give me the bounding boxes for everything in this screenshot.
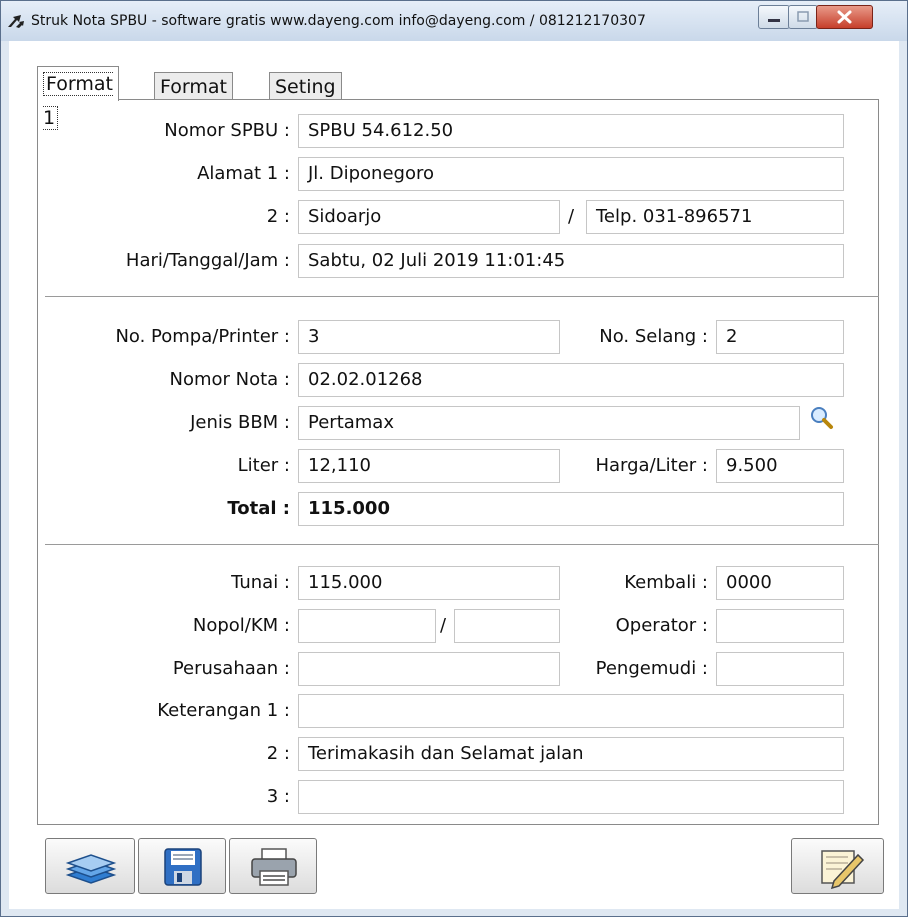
nomor-spbu-input[interactable]: SPBU 54.612.50 xyxy=(298,114,844,148)
maximize-button[interactable] xyxy=(788,5,818,29)
save-icon xyxy=(164,848,202,886)
nopol-separator: / xyxy=(440,615,447,636)
section-divider xyxy=(45,544,879,545)
alamat2-input[interactable]: Sidoarjo xyxy=(298,200,560,234)
tab-format-2[interactable]: Format 2 xyxy=(154,72,233,126)
printer-icon xyxy=(251,848,297,886)
perusahaan-input[interactable] xyxy=(298,652,560,686)
total-label: Total : xyxy=(227,498,290,519)
perusahaan-label: Perusahaan : xyxy=(172,658,290,679)
alamat1-label: Alamat 1 : xyxy=(197,163,290,184)
selang-input[interactable]: 2 xyxy=(716,320,844,354)
minimize-button[interactable] xyxy=(758,5,790,29)
harga-input[interactable]: 9.500 xyxy=(716,449,844,483)
section-divider xyxy=(45,296,879,297)
keterangan1-input[interactable] xyxy=(298,694,844,728)
nomor-spbu-label: Nomor SPBU : xyxy=(164,120,290,141)
keterangan2-input[interactable]: Terimakasih dan Selamat jalan xyxy=(298,737,844,771)
keterangan3-label: 3 : xyxy=(266,786,290,807)
liter-input[interactable]: 12,110 xyxy=(298,449,560,483)
alamat-separator: / xyxy=(568,206,575,227)
close-icon xyxy=(837,10,852,24)
edit-button[interactable] xyxy=(791,838,884,894)
datetime-label: Hari/Tanggal/Jam : xyxy=(125,250,290,271)
tab-format-1[interactable]: Format 1 xyxy=(37,66,119,130)
pengemudi-label: Pengemudi : xyxy=(595,658,708,679)
window-title: Struk Nota SPBU - software gratis www.da… xyxy=(31,13,646,29)
search-icon[interactable] xyxy=(808,404,834,430)
kembali-label: Kembali : xyxy=(624,572,708,593)
pompa-input[interactable]: 3 xyxy=(298,320,560,354)
layers-button[interactable] xyxy=(45,838,135,894)
title-bar[interactable]: Struk Nota SPBU - software gratis www.da… xyxy=(1,1,907,41)
save-button[interactable] xyxy=(138,838,226,894)
pompa-label: No. Pompa/Printer : xyxy=(115,326,290,347)
pengemudi-input[interactable] xyxy=(716,652,844,686)
operator-input[interactable] xyxy=(716,609,844,643)
app-icon xyxy=(8,15,24,28)
tab-label: Seting xyxy=(275,76,336,98)
kembali-input[interactable]: 0000 xyxy=(716,566,844,600)
print-button[interactable] xyxy=(229,838,317,894)
alamat1-input[interactable]: Jl. Diponegoro xyxy=(298,157,844,191)
nopol-input[interactable] xyxy=(298,609,436,643)
nota-label: Nomor Nota : xyxy=(169,369,291,390)
operator-label: Operator : xyxy=(615,615,708,636)
edit-icon xyxy=(821,850,865,890)
telp-input[interactable]: Telp. 031-896571 xyxy=(586,200,844,234)
nopol-label: Nopol/KM : xyxy=(192,615,290,636)
tab-seting[interactable]: Seting xyxy=(269,72,342,100)
tunai-input[interactable]: 115.000 xyxy=(298,566,560,600)
km-input[interactable] xyxy=(454,609,560,643)
liter-label: Liter : xyxy=(237,455,290,476)
nota-input[interactable]: 02.02.01268 xyxy=(298,363,844,397)
tunai-label: Tunai : xyxy=(231,572,290,593)
selang-label: No. Selang : xyxy=(599,326,708,347)
maximize-icon xyxy=(797,11,809,22)
keterangan1-label: Keterangan 1 : xyxy=(157,700,290,721)
datetime-input[interactable]: Sabtu, 02 Juli 2019 11:01:45 xyxy=(298,244,844,278)
total-input[interactable]: 115.000 xyxy=(298,492,844,526)
alamat2-label: 2 : xyxy=(266,206,290,227)
layers-icon xyxy=(65,854,117,884)
keterangan3-input[interactable] xyxy=(298,780,844,814)
close-button[interactable] xyxy=(816,5,873,29)
bbm-input[interactable]: Pertamax xyxy=(298,406,800,440)
keterangan2-label: 2 : xyxy=(266,743,290,764)
harga-label: Harga/Liter : xyxy=(595,455,708,476)
minimize-icon xyxy=(768,19,780,22)
bbm-label: Jenis BBM : xyxy=(190,412,290,433)
